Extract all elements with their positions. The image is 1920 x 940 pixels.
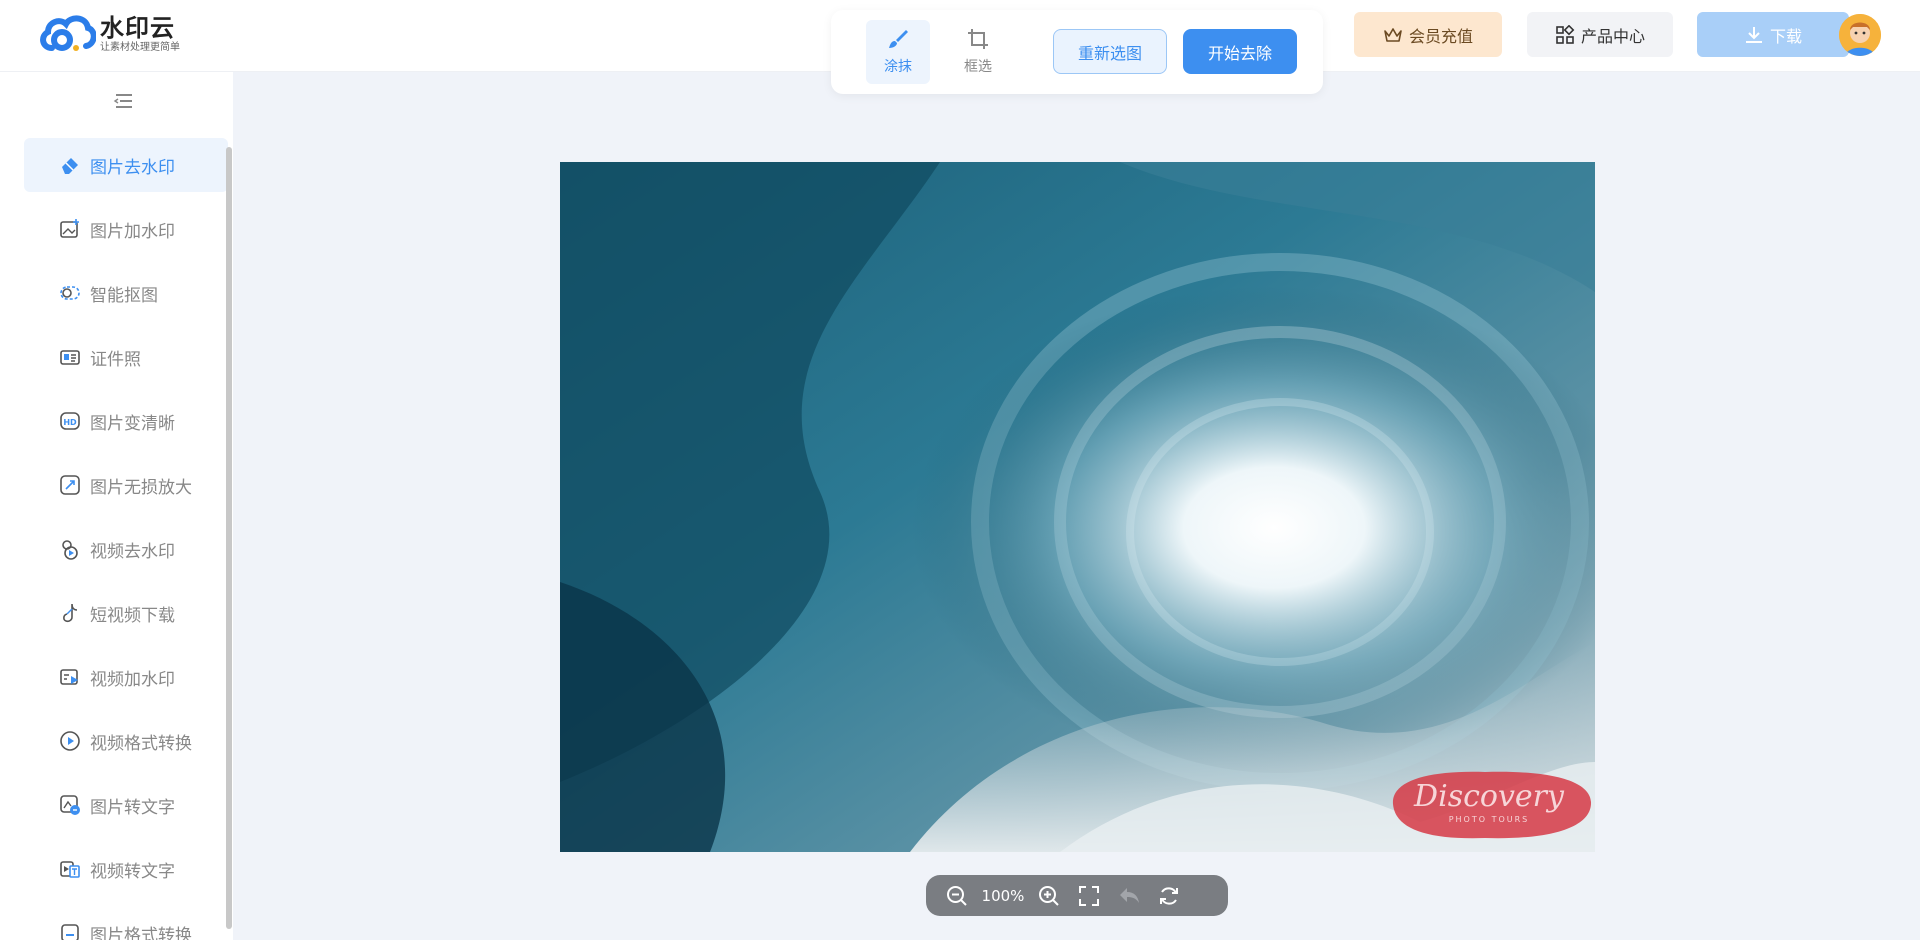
reset-button[interactable] [1156, 883, 1182, 909]
zoom-in-button[interactable] [1036, 883, 1062, 909]
sidebar-item-label: 图片加水印 [90, 221, 175, 242]
sidebar-item-smart-cutout[interactable]: 智能抠图 [24, 266, 228, 320]
top-header: 水印云 让素材处理更简单 涂抹 框选 重新选图 开始去除 会员充值 产品中心 下… [0, 0, 1920, 94]
sidebar-item-label: 证件照 [90, 349, 141, 370]
cutout-icon [58, 281, 82, 305]
play-circle-icon [58, 729, 82, 753]
brush-icon [889, 30, 908, 48]
sidebar-item-label: 短视频下载 [90, 605, 175, 626]
cloud-logo-icon [40, 15, 96, 51]
sidebar-item-id-photo[interactable]: 证件照 [24, 330, 228, 384]
enlarge-icon [58, 473, 82, 497]
video-text-icon [58, 857, 82, 881]
sidebar-item-video-format-convert[interactable]: 视频格式转换 [24, 714, 228, 768]
zoom-in-icon [1039, 885, 1059, 906]
image-add-icon [58, 217, 82, 241]
tiktok-icon [58, 601, 82, 625]
watermark-text: Discovery [1413, 779, 1565, 814]
avatar-face-icon [1839, 14, 1881, 56]
sidebar-item-image-watermark-remove[interactable]: 图片去水印 [24, 138, 228, 192]
vip-recharge-button[interactable]: 会员充值 [1354, 12, 1502, 57]
brand-logo[interactable]: 水印云 让素材处理更简单 [38, 12, 180, 56]
download-icon [1745, 26, 1762, 43]
paint-tool-label: 涂抹 [884, 59, 912, 75]
zoom-toolbar: 100% [926, 875, 1228, 916]
ice-cave-photo [560, 162, 1595, 852]
image-text-icon [58, 793, 82, 817]
sidebar-item-image-watermark-add[interactable]: 图片加水印 [24, 202, 228, 256]
id-card-icon [58, 345, 82, 369]
sidebar-item-label: 图片格式转换 [90, 925, 192, 940]
user-avatar[interactable] [1839, 14, 1881, 56]
sidebar-item-short-video-download[interactable]: 短视频下载 [24, 586, 228, 640]
undo-button[interactable] [1116, 883, 1142, 909]
fullscreen-icon [1079, 885, 1099, 906]
sidebar-item-image-to-text[interactable]: 图片转文字 [24, 778, 228, 832]
format-icon [58, 921, 82, 940]
sidebar-item-label: 图片无损放大 [90, 477, 192, 498]
eraser-icon [58, 153, 82, 177]
brand-title: 水印云 [100, 14, 175, 42]
vip-recharge-label: 会员充值 [1408, 26, 1473, 46]
sidebar: 图片去水印 图片加水印 智能抠图 证件照 HD 图片变清晰 图片无损放大 视频去… [0, 72, 233, 940]
brand-subtitle: 让素材处理更简单 [100, 42, 180, 53]
hd-icon: HD [58, 409, 82, 433]
fullscreen-button[interactable] [1076, 883, 1102, 909]
grid-icon [1556, 24, 1575, 44]
sidebar-item-label: 视频去水印 [90, 541, 175, 562]
zoom-out-icon [947, 885, 967, 906]
sidebar-item-lossless-enlarge[interactable]: 图片无损放大 [24, 458, 228, 512]
crop-tool-label: 框选 [964, 59, 992, 75]
start-remove-button[interactable]: 开始去除 [1183, 29, 1297, 74]
sidebar-item-video-to-text[interactable]: 视频转文字 [24, 842, 228, 896]
product-center-label: 产品中心 [1580, 26, 1645, 46]
refresh-icon [1160, 886, 1178, 905]
edit-tool-panel: 涂抹 框选 重新选图 开始去除 [831, 10, 1323, 94]
sidebar-item-video-watermark-remove[interactable]: 视频去水印 [24, 522, 228, 576]
zoom-out-button[interactable] [944, 883, 970, 909]
watermark-logo: Discovery PHOTO TOURS [1392, 771, 1592, 839]
menu-collapse-icon[interactable] [113, 90, 135, 112]
watermark-subtext: PHOTO TOURS [1449, 815, 1530, 824]
undo-icon [1120, 887, 1139, 903]
product-center-button[interactable]: 产品中心 [1527, 12, 1673, 57]
download-label: 下载 [1769, 26, 1802, 46]
sidebar-item-label: 视频格式转换 [90, 733, 192, 754]
crop-icon [968, 29, 988, 49]
crop-tool-button[interactable]: 框选 [946, 20, 1010, 84]
video-erase-icon [58, 537, 82, 561]
sidebar-item-video-watermark-add[interactable]: 视频加水印 [24, 650, 228, 704]
sidebar-item-label: 智能抠图 [90, 285, 158, 306]
video-add-icon [58, 665, 82, 689]
preview-image[interactable]: Discovery PHOTO TOURS [560, 162, 1595, 852]
svg-text:HD: HD [63, 418, 77, 427]
sidebar-item-image-sharpen[interactable]: HD 图片变清晰 [24, 394, 228, 448]
sidebar-item-label: 图片变清晰 [90, 413, 175, 434]
sidebar-item-label: 视频转文字 [90, 861, 175, 882]
crown-icon [1384, 27, 1402, 42]
zoom-level: 100% [981, 886, 1025, 905]
sidebar-item-image-format-convert[interactable]: 图片格式转换 [24, 906, 228, 940]
sidebar-item-label: 图片去水印 [90, 157, 175, 178]
download-button[interactable]: 下载 [1697, 12, 1849, 57]
paint-tool-button[interactable]: 涂抹 [866, 20, 930, 84]
reselect-image-button[interactable]: 重新选图 [1053, 29, 1167, 74]
sidebar-scrollbar[interactable] [226, 147, 232, 929]
sidebar-item-label: 视频加水印 [90, 669, 175, 690]
sidebar-item-label: 图片转文字 [90, 797, 175, 818]
